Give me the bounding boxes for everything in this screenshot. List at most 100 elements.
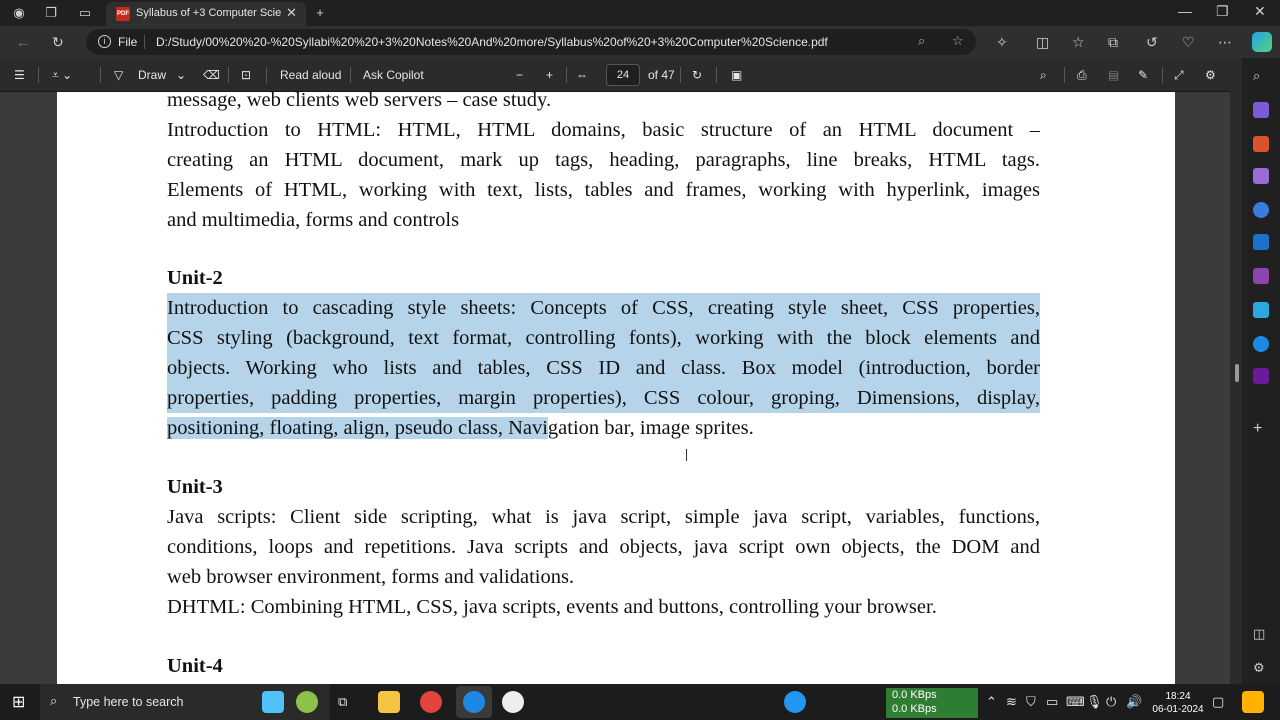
- unit-3-section: Java scripts: Client side scripting, wha…: [167, 502, 1040, 622]
- minimize-icon[interactable]: —: [1178, 3, 1192, 19]
- clock-date: 06-01-2024: [1152, 704, 1204, 715]
- unit-2-heading: Unit-2: [167, 267, 223, 289]
- search-highlight-icon[interactable]: [262, 691, 284, 713]
- wifi-icon[interactable]: ≋: [1006, 694, 1017, 710]
- divider: [350, 67, 351, 83]
- page-view-icon[interactable]: ▣: [731, 68, 742, 82]
- intro-section: message, web clients web servers – case …: [167, 92, 1040, 235]
- widgets-icon[interactable]: [1242, 691, 1264, 713]
- ask-copilot-button[interactable]: Ask Copilot: [363, 68, 424, 82]
- more-menu-icon[interactable]: ⋯: [1218, 34, 1232, 51]
- microphone-icon[interactable]: 🎙: [1086, 694, 1103, 710]
- favorite-star-icon[interactable]: ☆: [952, 33, 964, 49]
- text-line: message, web clients web servers – case …: [167, 92, 552, 111]
- back-icon[interactable]: ←: [16, 34, 30, 50]
- sidebar-search-icon[interactable]: ⌕: [1253, 68, 1269, 84]
- zoom-out-icon[interactable]: −: [516, 68, 523, 82]
- tray-chevron-icon[interactable]: ⌃: [986, 694, 997, 710]
- chrome-icon[interactable]: [420, 691, 442, 713]
- sidebar-outlook-icon[interactable]: [1253, 234, 1269, 250]
- windows-start-icon[interactable]: ⊞: [12, 692, 25, 712]
- save-as-icon[interactable]: ✎: [1138, 68, 1148, 82]
- contents-icon[interactable]: ☰: [14, 68, 25, 82]
- split-screen-icon[interactable]: ◫: [1036, 34, 1049, 51]
- taskbar-search[interactable]: ⌕ Type here to search: [40, 684, 330, 720]
- pdf-page: message, web clients web servers – case …: [57, 92, 1175, 684]
- extensions-icon[interactable]: ✧: [996, 34, 1008, 51]
- divider: [100, 67, 101, 83]
- url-text[interactable]: D:/Study/00%20%20-%20Syllabi%20%20+3%20N…: [156, 35, 828, 49]
- sidebar-add-icon[interactable]: +: [1253, 420, 1269, 437]
- tab-actions-icon[interactable]: ▭: [76, 4, 94, 22]
- sidebar-drop-icon[interactable]: [1253, 302, 1269, 318]
- zoom-icon[interactable]: ⌕: [918, 33, 925, 49]
- zoom-in-icon[interactable]: +: [546, 68, 553, 82]
- find-icon[interactable]: ⌕: [1040, 68, 1047, 83]
- sidebar-layout-icon[interactable]: ◫: [1253, 626, 1269, 642]
- sidebar-m365-icon[interactable]: [1253, 202, 1269, 218]
- tab-active[interactable]: PDF Syllabus of +3 Computer Science ✕: [106, 2, 306, 26]
- text-line: DHTML: Combining HTML, CSS, java scripts…: [167, 596, 937, 618]
- search-highlight-icon[interactable]: [296, 691, 318, 713]
- sidebar-settings-icon[interactable]: ⚙: [1253, 660, 1269, 676]
- text: gation bar, image sprites.: [547, 417, 754, 439]
- address-bar[interactable]: i File D:/Study/00%20%20-%20Syllabi%20%2…: [86, 29, 976, 55]
- sidebar-designer-icon[interactable]: [1253, 268, 1269, 284]
- window-close-icon[interactable]: ✕: [1254, 3, 1266, 20]
- file-explorer-icon[interactable]: [378, 691, 400, 713]
- scrollbar-thumb[interactable]: [1235, 364, 1239, 382]
- read-aloud-button[interactable]: Read aloud: [280, 68, 341, 82]
- divider: [1064, 67, 1065, 83]
- text-line: Elements of HTML, working with text, lis…: [167, 179, 1040, 201]
- text-icon[interactable]: ⊡: [241, 68, 251, 82]
- vertical-scrollbar[interactable]: [1230, 58, 1242, 684]
- refresh-icon[interactable]: ↻: [52, 34, 64, 51]
- history-icon[interactable]: ↺: [1146, 34, 1158, 51]
- language-icon[interactable]: ⌨: [1066, 694, 1085, 710]
- help-icon[interactable]: [784, 691, 806, 713]
- workspaces-icon[interactable]: ❐: [42, 4, 60, 22]
- notifications-icon[interactable]: ▢: [1212, 694, 1224, 710]
- tab-close-icon[interactable]: ✕: [286, 5, 297, 21]
- divider: [1162, 67, 1163, 83]
- page-number-input[interactable]: 24: [606, 64, 640, 86]
- sidebar-skype-icon[interactable]: [1253, 336, 1269, 352]
- favorites-icon[interactable]: ☆: [1072, 34, 1085, 51]
- power-icon[interactable]: ⏻: [1106, 694, 1116, 710]
- text-line: creating an HTML document, mark up tags,…: [167, 149, 1040, 171]
- volume-icon[interactable]: 🔊: [1126, 694, 1142, 710]
- tab-title: Syllabus of +3 Computer Science: [136, 7, 282, 19]
- obs-icon[interactable]: [502, 691, 524, 713]
- profile-avatar-icon[interactable]: ◉: [10, 4, 28, 22]
- maximize-icon[interactable]: ❐: [1216, 3, 1229, 20]
- fit-width-icon[interactable]: ⇔: [576, 68, 588, 82]
- sidebar-tools-icon[interactable]: [1253, 136, 1269, 152]
- defender-icon[interactable]: ⛉: [1026, 694, 1036, 710]
- draw-button[interactable]: Draw: [138, 68, 166, 82]
- settings-gear-icon[interactable]: ⚙: [1205, 68, 1216, 82]
- save-icon[interactable]: ▤: [1108, 68, 1119, 82]
- pdf-viewport[interactable]: message, web clients web servers – case …: [0, 92, 1242, 684]
- info-icon[interactable]: i: [98, 35, 111, 48]
- clock[interactable]: 18:24 06-01-2024: [1146, 690, 1210, 716]
- fullscreen-icon[interactable]: ⤢: [1174, 68, 1184, 83]
- print-icon[interactable]: ⎙: [1077, 68, 1087, 83]
- copilot-icon[interactable]: [1252, 32, 1272, 52]
- browser-essentials-icon[interactable]: ♡: [1182, 34, 1195, 51]
- sidebar-copilot-icon[interactable]: [1253, 102, 1269, 118]
- new-tab-icon[interactable]: +: [311, 4, 329, 22]
- draw-dropdown-icon[interactable]: ⌄: [176, 68, 186, 82]
- text-line: Java scripts: Client side scripting, wha…: [167, 506, 1040, 528]
- collections-icon[interactable]: ⧉: [1108, 34, 1118, 51]
- rotate-icon[interactable]: ↻: [692, 68, 702, 82]
- sidebar-games-icon[interactable]: [1253, 168, 1269, 184]
- edge-icon[interactable]: [463, 691, 485, 713]
- draw-icon[interactable]: ▽: [114, 68, 123, 82]
- highlight-icon[interactable]: ⩡ ⌄: [52, 68, 72, 83]
- highlighted-line: properties, padding properties, margin p…: [167, 383, 1040, 413]
- eraser-icon[interactable]: ⌫: [203, 68, 220, 82]
- display-icon[interactable]: ▭: [1046, 694, 1058, 710]
- unit-3-heading: Unit-3: [167, 476, 223, 498]
- task-view-icon[interactable]: ⧉: [338, 694, 347, 710]
- sidebar-yahoo-icon[interactable]: [1253, 368, 1269, 384]
